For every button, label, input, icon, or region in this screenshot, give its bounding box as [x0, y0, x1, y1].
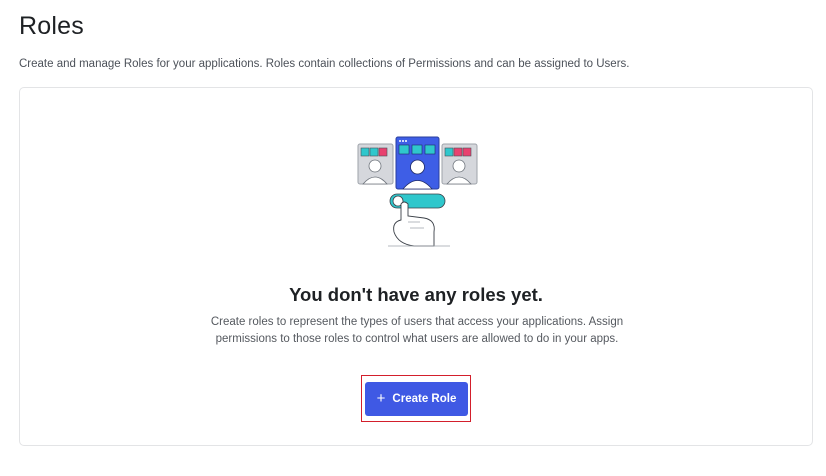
page-title: Roles — [19, 12, 84, 40]
create-role-label: Create Role — [392, 393, 457, 405]
create-role-button[interactable]: + Create Role — [365, 382, 468, 416]
page-description: Create and manage Roles for your applica… — [19, 58, 630, 70]
plus-icon: + — [376, 390, 386, 407]
roles-illustration-icon — [357, 136, 478, 247]
empty-state-description: Create roles to represent the types of u… — [210, 316, 624, 345]
empty-state-card: You don't have any roles yet. Create rol… — [19, 87, 813, 446]
roles-page: Roles Create and manage Roles for your a… — [0, 0, 826, 476]
empty-state-title: You don't have any roles yet. — [289, 284, 543, 305]
